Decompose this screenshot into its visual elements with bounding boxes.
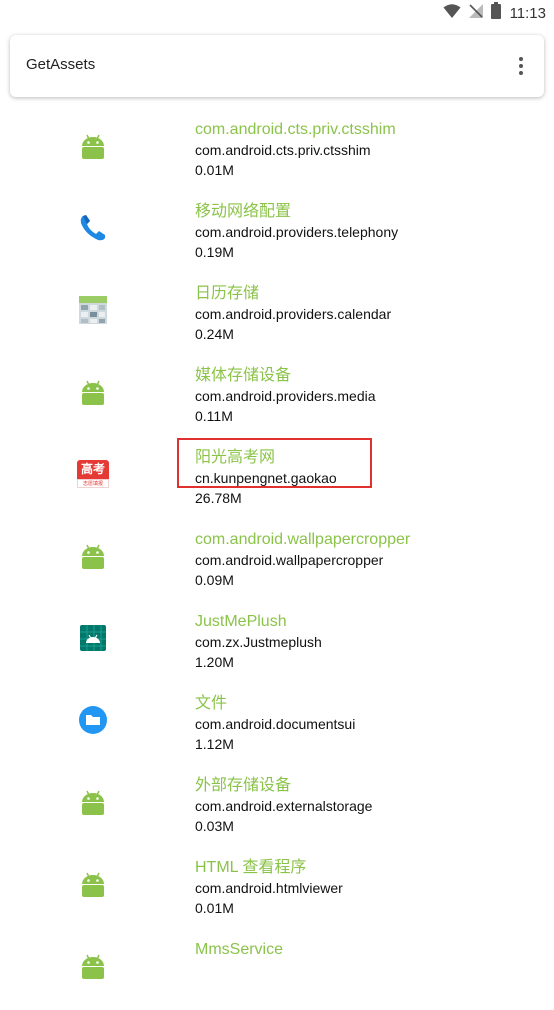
folder-icon bbox=[77, 704, 109, 736]
android-icon bbox=[77, 786, 109, 818]
list-item-text: 移动网络配置 com.android.providers.telephony 0… bbox=[195, 202, 398, 262]
android-grid-icon bbox=[77, 622, 109, 654]
app-size: 0.01M bbox=[195, 162, 234, 178]
toolbar-title: GetAssets bbox=[26, 56, 96, 73]
app-size: 0.19M bbox=[195, 244, 234, 260]
status-bar: 11:13 bbox=[0, 0, 554, 26]
package-name: com.android.providers.calendar bbox=[195, 306, 392, 322]
app-name: 阳光高考网 bbox=[195, 449, 276, 466]
list-item[interactable]: com.android.cts.priv.ctsshim com.android… bbox=[0, 108, 554, 190]
app-toolbar: GetAssets bbox=[10, 35, 544, 97]
no-signal-icon bbox=[468, 3, 484, 24]
package-name: com.android.documentsui bbox=[195, 716, 356, 732]
list-item[interactable]: MmsService bbox=[0, 928, 554, 1010]
list-item[interactable]: JustMePlush com.zx.Justmeplush 1.20M bbox=[0, 600, 554, 682]
package-name: com.android.htmlviewer bbox=[195, 880, 343, 896]
android-icon bbox=[77, 950, 109, 982]
gaokao-icon: 高考 志愿填报 bbox=[77, 458, 109, 490]
app-size: 0.11M bbox=[195, 408, 233, 424]
android-icon bbox=[77, 130, 109, 162]
package-name: com.android.providers.telephony bbox=[195, 224, 399, 240]
app-size: 0.01M bbox=[195, 900, 234, 916]
app-name: 移动网络配置 bbox=[195, 203, 292, 220]
app-name: JustMePlush bbox=[195, 613, 287, 630]
app-size: 26.78M bbox=[195, 490, 242, 506]
list-item[interactable]: 日历存储 com.android.providers.calendar 0.24… bbox=[0, 272, 554, 354]
list-item[interactable]: 文件 com.android.documentsui 1.12M bbox=[0, 682, 554, 764]
more-vert-icon-dot bbox=[519, 64, 523, 68]
phone-icon bbox=[77, 212, 109, 244]
status-time: 11:13 bbox=[509, 4, 546, 22]
app-name: 文件 bbox=[195, 695, 228, 712]
app-name: MmsService bbox=[195, 941, 284, 958]
list-item-text: 文件 com.android.documentsui 1.12M bbox=[195, 694, 355, 754]
gaokao-icon-subtext: 志愿填报 bbox=[77, 479, 109, 488]
app-name: 媒体存储设备 bbox=[195, 367, 292, 384]
list-item[interactable]: 移动网络配置 com.android.providers.telephony 0… bbox=[0, 190, 554, 272]
android-icon bbox=[77, 868, 109, 900]
list-item-text: com.android.wallpapercropper com.android… bbox=[195, 530, 410, 590]
app-list[interactable]: com.android.cts.priv.ctsshim com.android… bbox=[0, 108, 554, 1010]
app-size: 1.20M bbox=[195, 654, 234, 670]
more-vert-icon-dot bbox=[519, 71, 523, 75]
app-name: com.android.wallpapercropper bbox=[195, 531, 411, 548]
list-item-text: 媒体存储设备 com.android.providers.media 0.11M bbox=[195, 366, 376, 426]
calendar-icon bbox=[77, 294, 109, 326]
package-name: com.android.wallpapercropper bbox=[195, 552, 384, 568]
list-item-text: com.android.cts.priv.ctsshim com.android… bbox=[195, 120, 396, 180]
app-name: com.android.cts.priv.ctsshim bbox=[195, 121, 396, 138]
package-name: com.android.externalstorage bbox=[195, 798, 373, 814]
app-size: 0.09M bbox=[195, 572, 234, 588]
list-item-text: MmsService bbox=[195, 940, 283, 960]
package-name: com.android.providers.media bbox=[195, 388, 376, 404]
app-name: 外部存储设备 bbox=[195, 777, 292, 794]
package-name: com.android.cts.priv.ctsshim bbox=[195, 142, 371, 158]
package-name: com.zx.Justmeplush bbox=[195, 634, 322, 650]
list-item[interactable]: HTML 查看程序 com.android.htmlviewer 0.01M bbox=[0, 846, 554, 928]
list-item[interactable]: 外部存储设备 com.android.externalstorage 0.03M bbox=[0, 764, 554, 846]
list-item[interactable]: 高考 志愿填报 阳光高考网 cn.kunpengnet.gaokao 26.78… bbox=[0, 436, 554, 518]
android-icon bbox=[77, 376, 109, 408]
list-item[interactable]: 媒体存储设备 com.android.providers.media 0.11M bbox=[0, 354, 554, 436]
list-item-text: HTML 查看程序 com.android.htmlviewer 0.01M bbox=[195, 858, 343, 918]
app-size: 0.24M bbox=[195, 326, 234, 342]
gaokao-icon-text: 高考 bbox=[77, 460, 109, 479]
status-icons: 11:13 bbox=[443, 2, 546, 24]
app-size: 0.03M bbox=[195, 818, 234, 834]
battery-icon bbox=[490, 2, 501, 24]
app-name: 日历存储 bbox=[195, 285, 260, 302]
package-name: cn.kunpengnet.gaokao bbox=[195, 470, 337, 486]
list-item-text: JustMePlush com.zx.Justmeplush 1.20M bbox=[195, 612, 322, 672]
list-item[interactable]: com.android.wallpapercropper com.android… bbox=[0, 518, 554, 600]
overflow-menu-button[interactable] bbox=[508, 51, 534, 81]
list-item-text: 外部存储设备 com.android.externalstorage 0.03M bbox=[195, 776, 372, 836]
android-icon bbox=[77, 540, 109, 572]
list-item-text: 阳光高考网 cn.kunpengnet.gaokao 26.78M bbox=[195, 448, 337, 508]
list-item-text: 日历存储 com.android.providers.calendar 0.24… bbox=[195, 284, 391, 344]
more-vert-icon bbox=[519, 57, 523, 61]
app-name: HTML 查看程序 bbox=[195, 859, 307, 876]
wifi-icon bbox=[443, 3, 461, 24]
app-size: 1.12M bbox=[195, 736, 234, 752]
